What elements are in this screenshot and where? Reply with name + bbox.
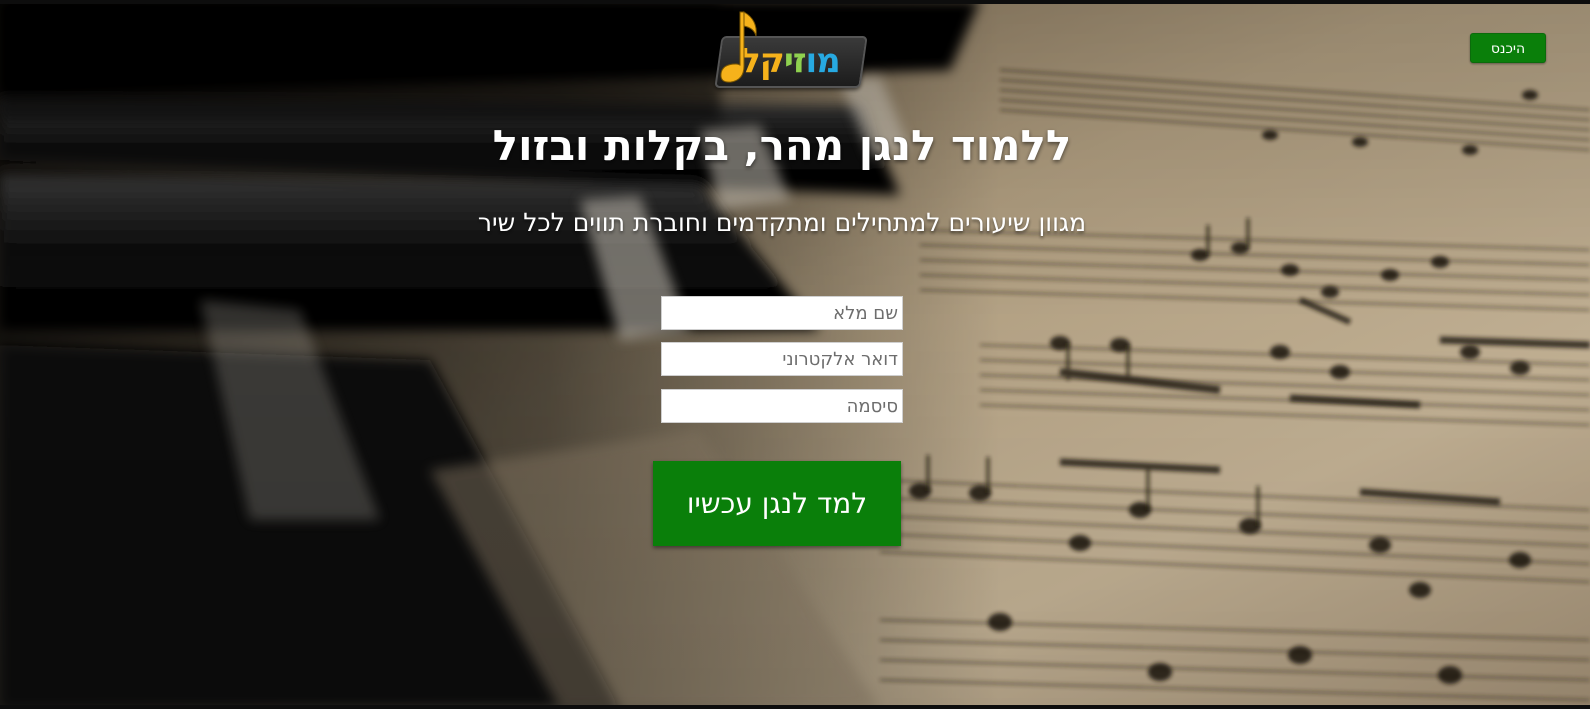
page-subheadline: מגוון שיעורים למתחילים ומתקדמים וחוברת ת… (477, 208, 1087, 237)
site-logo[interactable]: מוזיקל (714, 6, 868, 88)
email-input[interactable] (661, 342, 903, 376)
full-name-input[interactable] (661, 296, 903, 330)
page-headline: ללמוד לנגן מהר, בקלות ובזול (492, 121, 1072, 170)
password-input[interactable] (661, 389, 903, 423)
logo-text-part-1: מו (805, 41, 840, 81)
hero-section: מוזיקל היכנס ללמוד לנגן מהר, בקלות ובזול… (0, 0, 1590, 709)
learn-now-button[interactable]: למד לנגן עכשיו (653, 461, 901, 546)
logo-text-part-2: זי (783, 41, 807, 81)
top-border (0, 0, 1590, 4)
login-button[interactable]: היכנס (1470, 33, 1546, 63)
bottom-border (0, 705, 1590, 709)
music-note-icon (720, 11, 757, 83)
